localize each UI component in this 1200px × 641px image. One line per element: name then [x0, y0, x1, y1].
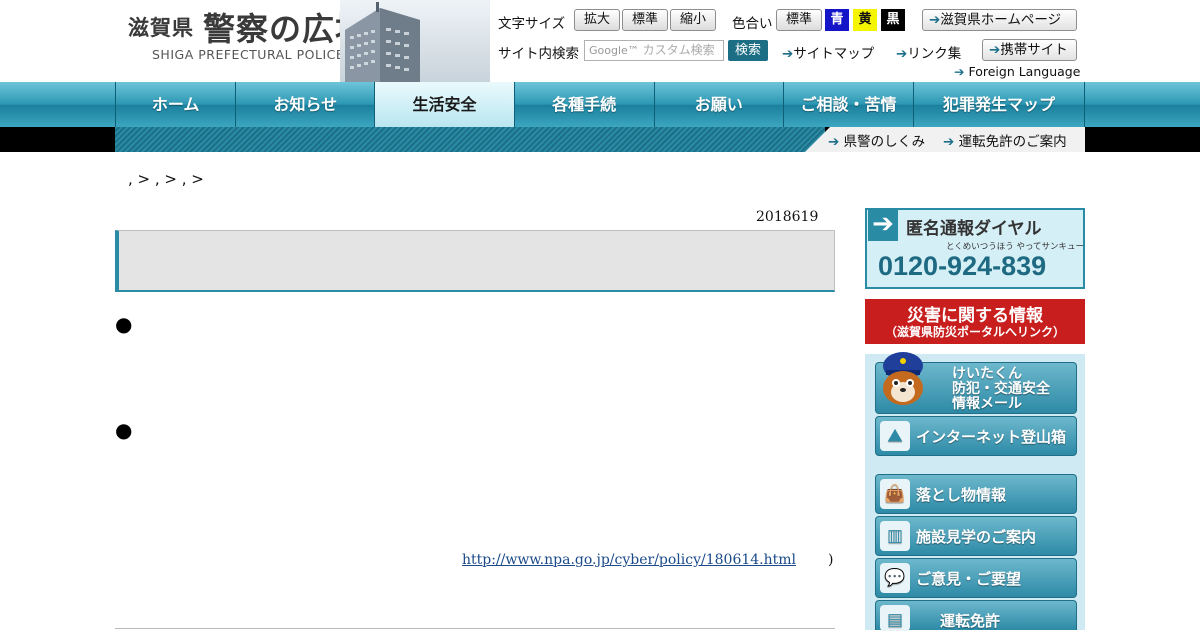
dial-title: 匿名通報ダイヤル [906, 219, 1042, 239]
search-label: サイト内検索 [498, 46, 579, 62]
color-black-button[interactable]: 黒 [881, 9, 905, 31]
drivers-license-label: 運転免許 [940, 612, 1001, 630]
font-size-small-button[interactable]: 縮小 [670, 9, 716, 31]
keitaku-line-3: 情報メール [952, 396, 1022, 412]
links-label: リンク集 [907, 46, 962, 62]
internet-mountain-box-button[interactable]: ⛰ インターネット登山箱 [875, 416, 1077, 456]
dial-number: 0120-924-839 [878, 251, 1047, 281]
nav-crime-map[interactable]: 犯罪発生マップ [914, 82, 1085, 127]
mobile-site-label: 携帯サイト [1000, 42, 1068, 58]
bullet-heading-1: ● [115, 312, 133, 336]
pref-home-link[interactable]: ➔滋賀県ホームページ [922, 9, 1077, 31]
disaster-subtitle: （滋賀県防災ポータルへリンク） [884, 325, 1065, 339]
font-size-standard-button[interactable]: 標準 [622, 9, 668, 31]
nav-requests[interactable]: お願い [655, 82, 784, 127]
nav-news[interactable]: お知らせ [236, 82, 376, 127]
foreign-language-label: Foreign Language [968, 64, 1081, 79]
links-link[interactable]: ➔リンク集 [896, 42, 961, 62]
subnav-organization-link[interactable]: ➔ 県警のしくみ [828, 130, 925, 150]
search-input[interactable]: Google™ カスタム検索 [584, 40, 724, 61]
search-button[interactable]: 検索 [728, 40, 768, 61]
feedback-label: ご意見・ご要望 [916, 570, 1022, 588]
nav-life-safety[interactable]: 生活安全 [375, 82, 515, 127]
sitemap-label: サイトマップ [793, 46, 875, 62]
facility-tour-label: 施設見学のご案内 [916, 528, 1037, 546]
color-blue-button[interactable]: 青 [825, 9, 849, 31]
lost-items-label: 落とし物情報 [916, 486, 1007, 504]
breadcrumb[interactable]: , > , > , > [128, 170, 204, 188]
font-size-large-button[interactable]: 拡大 [574, 9, 620, 31]
arrow-right-icon: ➔ [896, 46, 908, 62]
keitaku-mascot-icon [883, 352, 923, 405]
internet-mountain-box-label: インターネット登山箱 [916, 428, 1067, 446]
content-divider [115, 628, 835, 629]
main-nav: ホーム お知らせ 生活安全 各種手続 お願い ご相談・苦情 犯罪発生マップ [115, 82, 1085, 127]
nav-procedures[interactable]: 各種手続 [515, 82, 655, 127]
nav-home[interactable]: ホーム [116, 82, 237, 127]
mountain-icon: ⛰ [880, 421, 910, 451]
google-brand: Google™ [589, 44, 639, 57]
lost-items-button[interactable]: 👜 落とし物情報 [875, 474, 1077, 514]
logo-english: SHIGA PREFECTURAL POLICE [152, 47, 345, 62]
sitemap-link[interactable]: ➔サイトマップ [782, 42, 874, 62]
building-icon: ▥ [880, 521, 910, 551]
bullet-heading-2: ● [115, 418, 133, 442]
color-yellow-button[interactable]: 黄 [853, 9, 877, 31]
pref-home-label: 滋賀県ホームページ [940, 12, 1062, 28]
subnav-organization-label: 県警のしくみ [843, 134, 926, 150]
bag-icon: 👜 [880, 479, 910, 509]
drivers-license-button[interactable]: ▤ 運転免許 [875, 600, 1077, 631]
arrow-right-icon: ➔ [943, 134, 955, 150]
keitaku-line-1: けいたくん [952, 366, 1022, 382]
arrow-right-icon: ➔ [782, 46, 794, 62]
search-placeholder: カスタム検索 [642, 43, 715, 57]
foreign-language-link[interactable]: ➔ Foreign Language [954, 64, 1080, 79]
feedback-button[interactable]: 💬 ご意見・ご要望 [875, 558, 1077, 598]
police-building-image [340, 0, 490, 82]
subnav-license-label: 運転免許のご案内 [958, 134, 1067, 150]
license-icon: ▤ [880, 605, 910, 631]
arrow-right-icon: ➔ [929, 12, 941, 28]
color-label: 色合い [732, 16, 773, 32]
facility-tour-button[interactable]: ▥ 施設見学のご案内 [875, 516, 1077, 556]
subnav-license-link[interactable]: ➔ 運転免許のご案内 [943, 130, 1067, 150]
npa-external-link[interactable]: http://www.npa.go.jp/cyber/policy/180614… [462, 552, 796, 568]
logo-prefecture: 滋賀県 [128, 16, 194, 40]
speech-bubble-icon: 💬 [880, 563, 910, 593]
nav-consultation[interactable]: ご相談・苦情 [784, 82, 915, 127]
font-size-label: 文字サイズ [498, 16, 566, 32]
subnav-stripe [115, 127, 825, 152]
arrow-right-icon: ➔ [828, 134, 840, 150]
keitaku-line-2: 防犯・交通安全 [952, 381, 1050, 397]
arrow-right-icon: ➔ [989, 42, 1001, 58]
mobile-site-link[interactable]: ➔携帯サイト [982, 39, 1077, 61]
arrow-right-icon: ➔ [954, 64, 965, 79]
color-standard-button[interactable]: 標準 [776, 9, 822, 31]
publish-date: 2018619 [756, 209, 819, 225]
closing-paren: ) [828, 552, 834, 568]
page-title [115, 230, 835, 292]
arrow-right-icon: ➔ [868, 209, 898, 241]
